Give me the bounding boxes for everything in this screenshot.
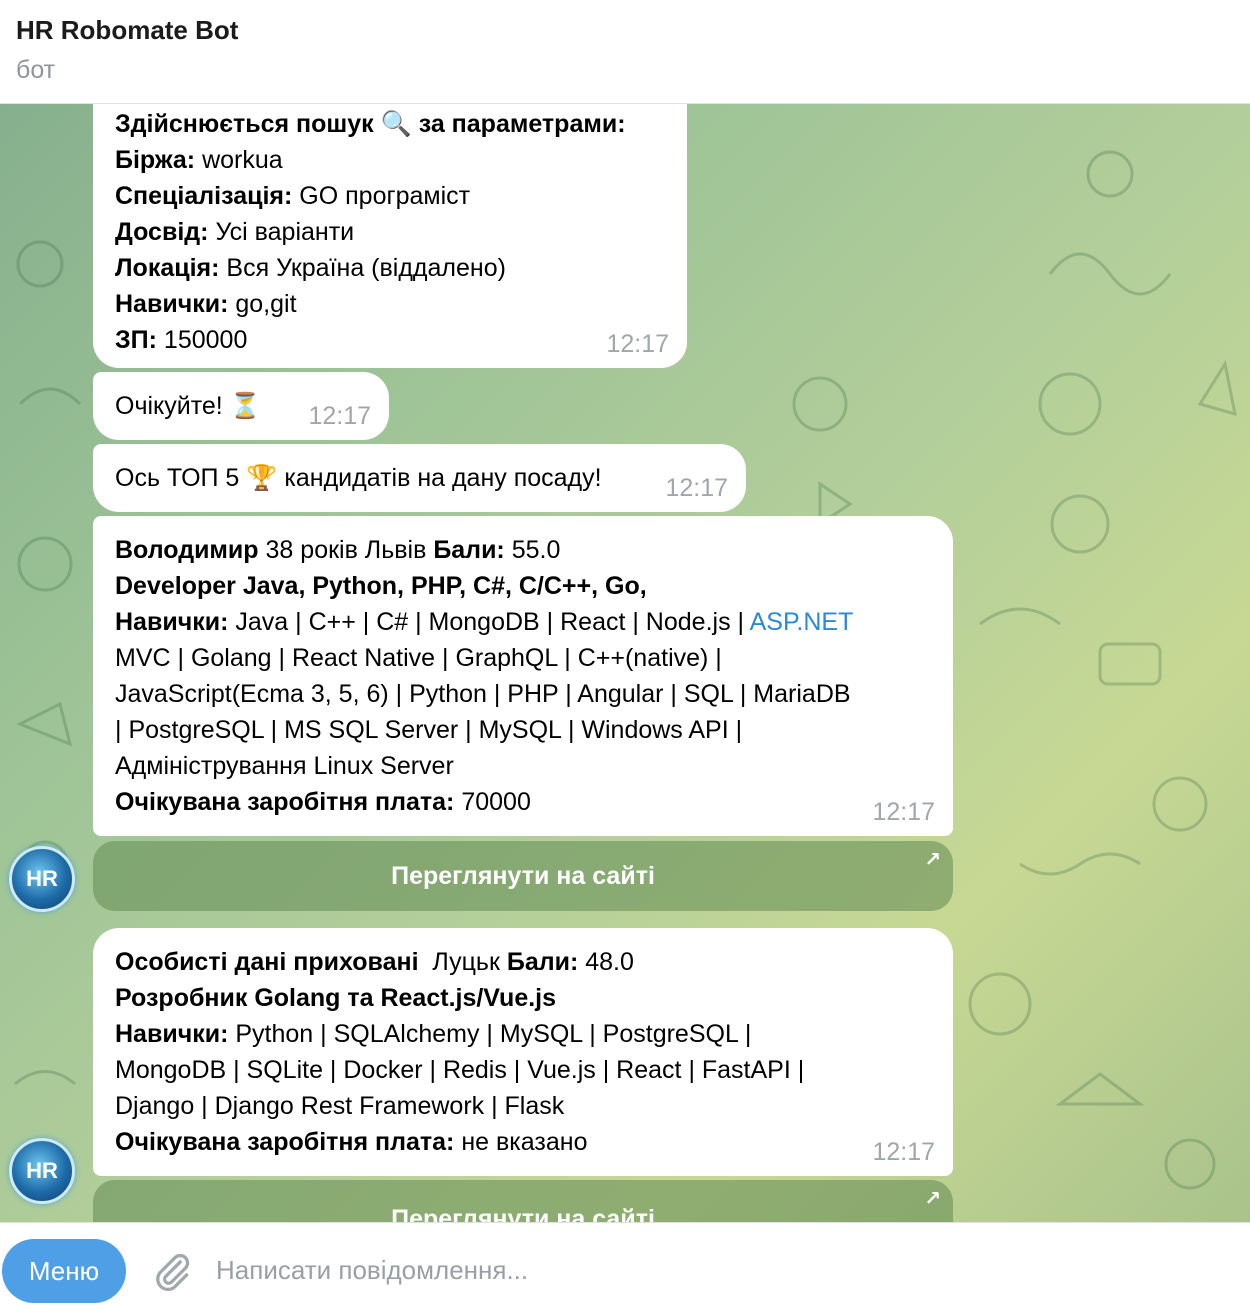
chat-header[interactable]: HR Robomate Bot бот bbox=[0, 0, 1250, 104]
top-text: Ось ТОП 5 bbox=[115, 464, 240, 492]
skills-text: | PostgreSQL | MS SQL Server | MySQL | W… bbox=[115, 716, 743, 744]
salary-label: Очікувана заробітня плата: bbox=[115, 788, 455, 816]
view-on-site-label: Переглянути на сайті bbox=[391, 1204, 655, 1223]
salary-value: 150000 bbox=[163, 326, 248, 354]
salary-value: не вказано bbox=[461, 1128, 588, 1156]
salary-value: 70000 bbox=[461, 788, 531, 816]
exp-value: Усі варіанти bbox=[215, 218, 355, 246]
message-time: 12:17 bbox=[606, 330, 669, 358]
candidate-name: Володимир bbox=[115, 536, 259, 564]
chat-subtitle: бот bbox=[16, 56, 56, 84]
spec-label: Спеціалізація: bbox=[115, 182, 293, 210]
location-label: Локація: bbox=[115, 254, 220, 282]
external-link-icon: ↗ bbox=[924, 849, 941, 871]
skills-text: Django | Django Rest Framework | Flask bbox=[115, 1092, 565, 1120]
skills-text: Java | C++ | C# | MongoDB | React | Node… bbox=[235, 608, 745, 636]
candidate-title: Developer Java, Python, PHP, C#, C/C++, … bbox=[115, 572, 647, 600]
avatar-initials: HR bbox=[26, 1158, 58, 1183]
skills-text: Python | SQLAlchemy | MySQL | PostgreSQL… bbox=[235, 1020, 752, 1048]
score-value: 55.0 bbox=[511, 536, 561, 564]
candidate-title: Розробник Golang та React.js/Vue.js bbox=[115, 984, 557, 1012]
avatar-initials: HR bbox=[26, 866, 58, 891]
skills-text: JavaScript(Ecma 3, 5, 6) | Python | PHP … bbox=[115, 680, 851, 708]
message-search-params[interactable]: Здійснюється пошук 🔍 за параметрами: Бір… bbox=[93, 104, 687, 368]
message-input[interactable] bbox=[216, 1245, 1216, 1295]
view-on-site-button[interactable]: Переглянути на сайті ↗ bbox=[93, 841, 953, 911]
location-value: Вся Україна (віддалено) bbox=[226, 254, 506, 282]
skills-text: MVC | Golang | React Native | GraphQL | … bbox=[115, 644, 722, 672]
skills-link[interactable]: ASP.NET bbox=[750, 608, 854, 636]
skills-label: Навички: bbox=[115, 290, 229, 318]
score-label: Бали: bbox=[506, 948, 579, 976]
candidate-info: 38 років Львів bbox=[265, 536, 427, 564]
skills-label: Навички: bbox=[115, 608, 229, 636]
score-value: 48.0 bbox=[585, 948, 634, 976]
message-time: 12:17 bbox=[872, 798, 935, 826]
top-text-suffix: кандидатів на дану посаду! bbox=[284, 464, 602, 492]
composer: Меню bbox=[0, 1222, 1250, 1311]
skills-text: Адміністрування Linux Server bbox=[115, 752, 454, 780]
trophy-emoji-icon: 🏆 bbox=[246, 464, 278, 492]
exp-label: Досвід: bbox=[115, 218, 209, 246]
message-wait[interactable]: Очікуйте! ⏳ 12:17 bbox=[93, 372, 389, 440]
salary-label: Очікувана заробітня плата: bbox=[115, 1128, 455, 1156]
exchange-label: Біржа: bbox=[115, 146, 196, 174]
wait-text: Очікуйте! bbox=[115, 392, 223, 420]
hourglass-emoji-icon: ⏳ bbox=[229, 392, 261, 420]
message-top-candidates[interactable]: Ось ТОП 5 🏆 кандидатів на дану посаду! 1… bbox=[93, 444, 746, 512]
bot-avatar[interactable]: HR bbox=[9, 1138, 75, 1204]
view-on-site-button[interactable]: Переглянути на сайті ↗ bbox=[93, 1180, 953, 1222]
message-time: 12:17 bbox=[872, 1138, 935, 1166]
menu-button[interactable]: Меню bbox=[2, 1239, 126, 1303]
message-list[interactable]: Здійснюється пошук 🔍 за параметрами: Бір… bbox=[0, 104, 1250, 1222]
skills-text: MongoDB | SQLite | Docker | Redis | Vue.… bbox=[115, 1056, 805, 1084]
message-time: 12:17 bbox=[308, 402, 371, 430]
skills-value: go,git bbox=[235, 290, 297, 318]
message-time: 12:17 bbox=[665, 474, 728, 502]
exchange-value: workua bbox=[202, 146, 283, 174]
candidate-card[interactable]: Особисті дані приховані Луцьк Бали: 48.0… bbox=[93, 928, 953, 1176]
search-heading: Здійснюється пошук bbox=[115, 110, 374, 138]
paperclip-icon[interactable] bbox=[150, 1248, 194, 1296]
score-label: Бали: bbox=[433, 536, 505, 564]
search-heading-suffix: за параметрами: bbox=[418, 110, 626, 138]
candidate-card[interactable]: Володимир 38 років Львів Бали: 55.0 Deve… bbox=[93, 516, 953, 836]
skills-label: Навички: bbox=[115, 1020, 229, 1048]
view-on-site-label: Переглянути на сайті bbox=[391, 861, 655, 890]
bot-avatar[interactable]: HR bbox=[9, 846, 75, 912]
spec-value: GO програміст bbox=[299, 182, 471, 210]
external-link-icon: ↗ bbox=[924, 1188, 941, 1210]
candidate-info: Луцьк bbox=[432, 948, 500, 976]
magnifier-emoji-icon: 🔍 bbox=[380, 110, 412, 138]
candidate-name: Особисті дані приховані bbox=[115, 948, 419, 976]
chat-title[interactable]: HR Robomate Bot bbox=[16, 15, 238, 46]
salary-label: ЗП: bbox=[115, 326, 157, 354]
